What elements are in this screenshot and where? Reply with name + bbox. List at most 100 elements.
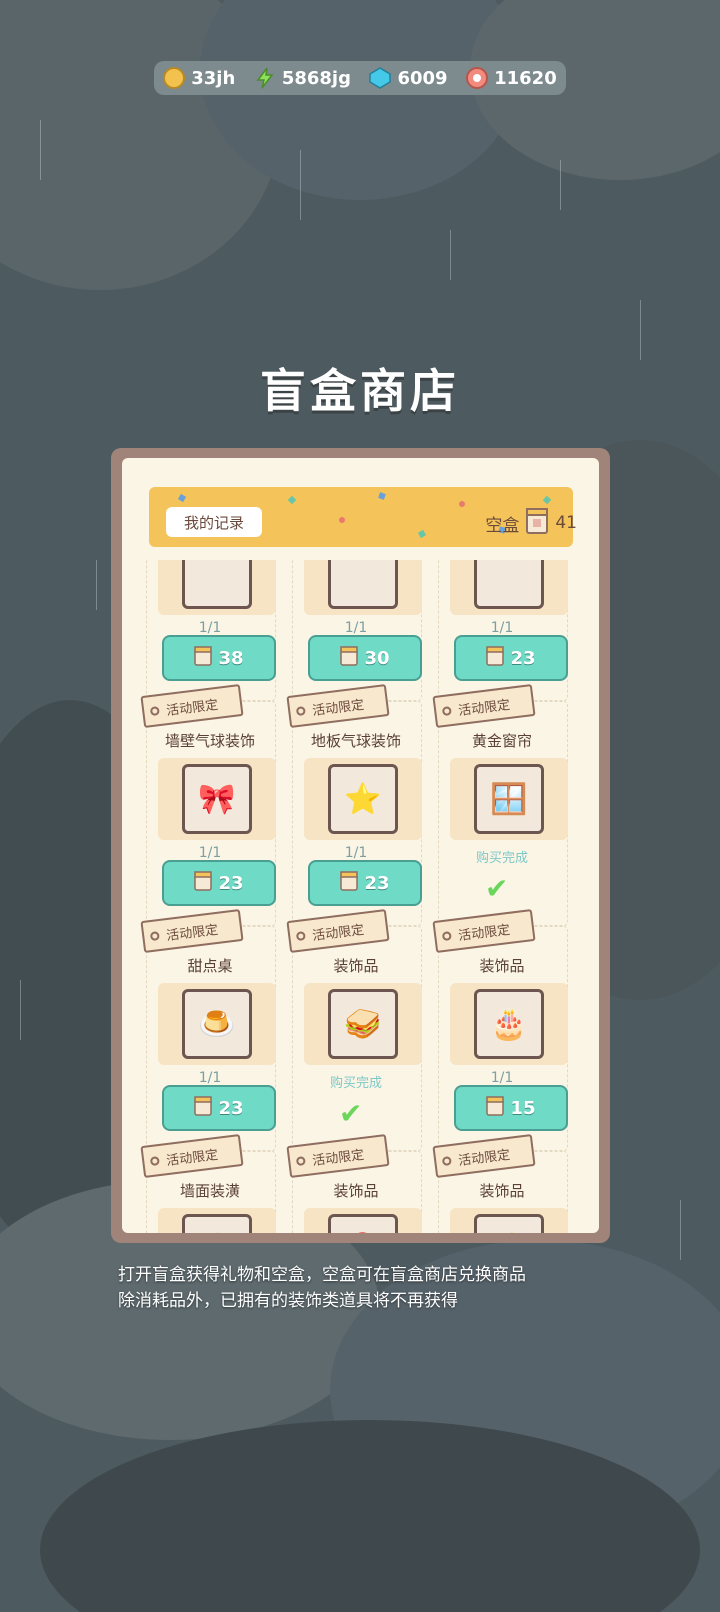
empty-box-label: 空盒 <box>485 515 520 536</box>
currency-coin[interactable]: 33jh <box>163 67 235 89</box>
box-icon <box>194 1095 213 1121</box>
item-picture: 🌼 <box>450 1208 568 1233</box>
item-name: 墙面装潢 <box>179 1182 240 1200</box>
item-name: 黄金窗帘 <box>471 732 532 750</box>
box-icon <box>340 645 359 671</box>
flower-icon: 🌼 <box>474 1214 544 1233</box>
item-name: 装饰品 <box>479 1182 525 1200</box>
buy-button[interactable]: 15 <box>454 1085 568 1131</box>
currency-energy[interactable]: 5868jg <box>254 67 351 89</box>
shop-item[interactable]: 活动限定 装饰品 🎂 1/1 15 <box>432 909 572 1152</box>
shop-item[interactable]: 1/1 23 <box>432 560 572 702</box>
item-picture: 🔔 <box>158 1208 276 1233</box>
shop-item[interactable]: 活动限定 装饰品 🥪 购买完成 ✔ <box>286 909 426 1152</box>
item-name: 墙壁气球装饰 <box>164 732 255 750</box>
shop-row: 1/1 38 1/1 30 1/1 23 <box>122 560 599 702</box>
item-price: 23 <box>510 647 536 669</box>
shop-item[interactable]: 活动限定装饰品🌼 <box>432 1134 572 1233</box>
item-name: 装饰品 <box>479 957 525 975</box>
item-name: 装饰品 <box>333 1182 379 1200</box>
check-icon: ✔ <box>485 872 509 905</box>
buy-button[interactable]: 38 <box>162 635 276 681</box>
coin-icon <box>163 67 186 89</box>
energy-icon <box>254 67 276 89</box>
buy-button[interactable]: 23 <box>454 635 568 681</box>
currency-bar: 33jh 5868jg 6009 11620 <box>154 61 566 95</box>
buy-button[interactable]: 23 <box>308 860 422 906</box>
item-picture: 🎈 <box>304 1208 422 1233</box>
item-icon <box>474 560 544 609</box>
shop-row: 活动限定 甜点桌 🍮 1/1 23 活动限定 装饰品 🥪 购买完成 ✔ 活动限定 装饰品 🎂 1/1 15 <box>122 909 599 1152</box>
item-icon <box>328 560 398 609</box>
shop-row: 活动限定 墙壁气球装饰 🎀 1/1 23 活动限定 地板气球装饰 ⭐ 1/1 23 活动限定 黄金窗帘… <box>122 684 599 927</box>
curtain-icon: 🪟 <box>474 764 544 834</box>
my-record-button[interactable]: 我的记录 <box>166 507 262 537</box>
item-stock: 1/1 <box>490 620 514 636</box>
item-picture: 🥪 <box>304 983 422 1065</box>
item-picture: ⭐ <box>304 758 422 840</box>
item-stock: 1/1 <box>344 845 368 861</box>
candy-icon <box>466 67 489 89</box>
shop-item[interactable]: 1/1 30 <box>286 560 426 702</box>
shop-row: 活动限定墙面装潢🔔活动限定装饰品🎈活动限定装饰品🌼 <box>122 1134 599 1233</box>
shop-description: 打开盲盒获得礼物和空盒，空盒可在盲盒商店兑换商品 除消耗品外，已拥有的装饰类道具… <box>118 1265 526 1311</box>
item-picture <box>158 560 276 615</box>
item-picture: 🪟 <box>450 758 568 840</box>
item-name: 地板气球装饰 <box>310 732 401 750</box>
balloon-card-icon: 🎈 <box>328 1214 398 1233</box>
empty-box-counter: 空盒 41 <box>485 507 577 539</box>
item-picture: 🎀 <box>158 758 276 840</box>
currency-gem[interactable]: 6009 <box>369 67 448 89</box>
balloon-bow-icon: 🎀 <box>182 764 252 834</box>
item-stock: 1/1 <box>198 620 222 636</box>
item-picture: 🎂 <box>450 983 568 1065</box>
box-icon <box>525 507 549 540</box>
purchased-label: 购买完成 <box>329 1076 382 1091</box>
shop-panel-inner: 我的记录 空盒 41 1/1 38 1/1 30 1/1 23 活动限定 墙壁气球装饰 🎀 1/1… <box>122 458 599 1233</box>
shop-item-grid[interactable]: 1/1 38 1/1 30 1/1 23 活动限定 墙壁气球装饰 🎀 1/1 23 活动限定 地板气球装… <box>122 560 599 1233</box>
buy-button[interactable]: 30 <box>308 635 422 681</box>
shop-item[interactable]: 活动限定装饰品🎈 <box>286 1134 426 1233</box>
box-icon <box>194 870 213 896</box>
box-icon <box>194 645 213 671</box>
shop-item[interactable]: 活动限定 墙壁气球装饰 🎀 1/1 23 <box>140 684 280 927</box>
box-icon <box>486 645 505 671</box>
buy-button[interactable]: 23 <box>162 1085 276 1131</box>
item-icon <box>182 560 252 609</box>
item-price: 30 <box>364 647 390 669</box>
shop-item[interactable]: 活动限定 地板气球装饰 ⭐ 1/1 23 <box>286 684 426 927</box>
item-price: 23 <box>218 872 244 894</box>
page-title: 盲盒商店 <box>260 364 460 418</box>
box-icon <box>340 870 359 896</box>
shop-item[interactable]: 活动限定墙面装潢🔔 <box>140 1134 280 1233</box>
shop-panel: 我的记录 空盒 41 1/1 38 1/1 30 1/1 23 活动限定 墙壁气球装饰 🎀 1/1… <box>111 448 610 1243</box>
item-name: 装饰品 <box>333 957 379 975</box>
cake-box-icon: 🥪 <box>328 989 398 1059</box>
check-icon: ✔ <box>339 1097 363 1130</box>
item-picture <box>304 560 422 615</box>
bell-bunting-icon: 🔔 <box>182 1214 252 1233</box>
balloon-star-icon: ⭐ <box>328 764 398 834</box>
purchased-label: 购买完成 <box>475 851 528 866</box>
item-picture: 🍮 <box>158 983 276 1065</box>
box-icon <box>486 1095 505 1121</box>
item-price: 15 <box>510 1097 536 1119</box>
empty-box-count: 41 <box>555 513 577 533</box>
shop-item[interactable]: 活动限定 黄金窗帘 🪟 购买完成 ✔ <box>432 684 572 927</box>
item-stock: 1/1 <box>344 620 368 636</box>
item-price: 23 <box>218 1097 244 1119</box>
item-stock: 1/1 <box>198 845 222 861</box>
castle-cake-icon: 🎂 <box>474 989 544 1059</box>
item-price: 23 <box>364 872 390 894</box>
item-name: 甜点桌 <box>187 957 233 975</box>
item-stock: 1/1 <box>198 1070 222 1086</box>
item-picture <box>450 560 568 615</box>
currency-candy[interactable]: 11620 <box>466 67 557 89</box>
item-stock: 1/1 <box>490 1070 514 1086</box>
item-price: 38 <box>218 647 244 669</box>
buy-button[interactable]: 23 <box>162 860 276 906</box>
gem-icon <box>369 67 392 89</box>
dessert-table-icon: 🍮 <box>182 989 252 1059</box>
shop-item[interactable]: 1/1 38 <box>140 560 280 702</box>
shop-item[interactable]: 活动限定 甜点桌 🍮 1/1 23 <box>140 909 280 1152</box>
